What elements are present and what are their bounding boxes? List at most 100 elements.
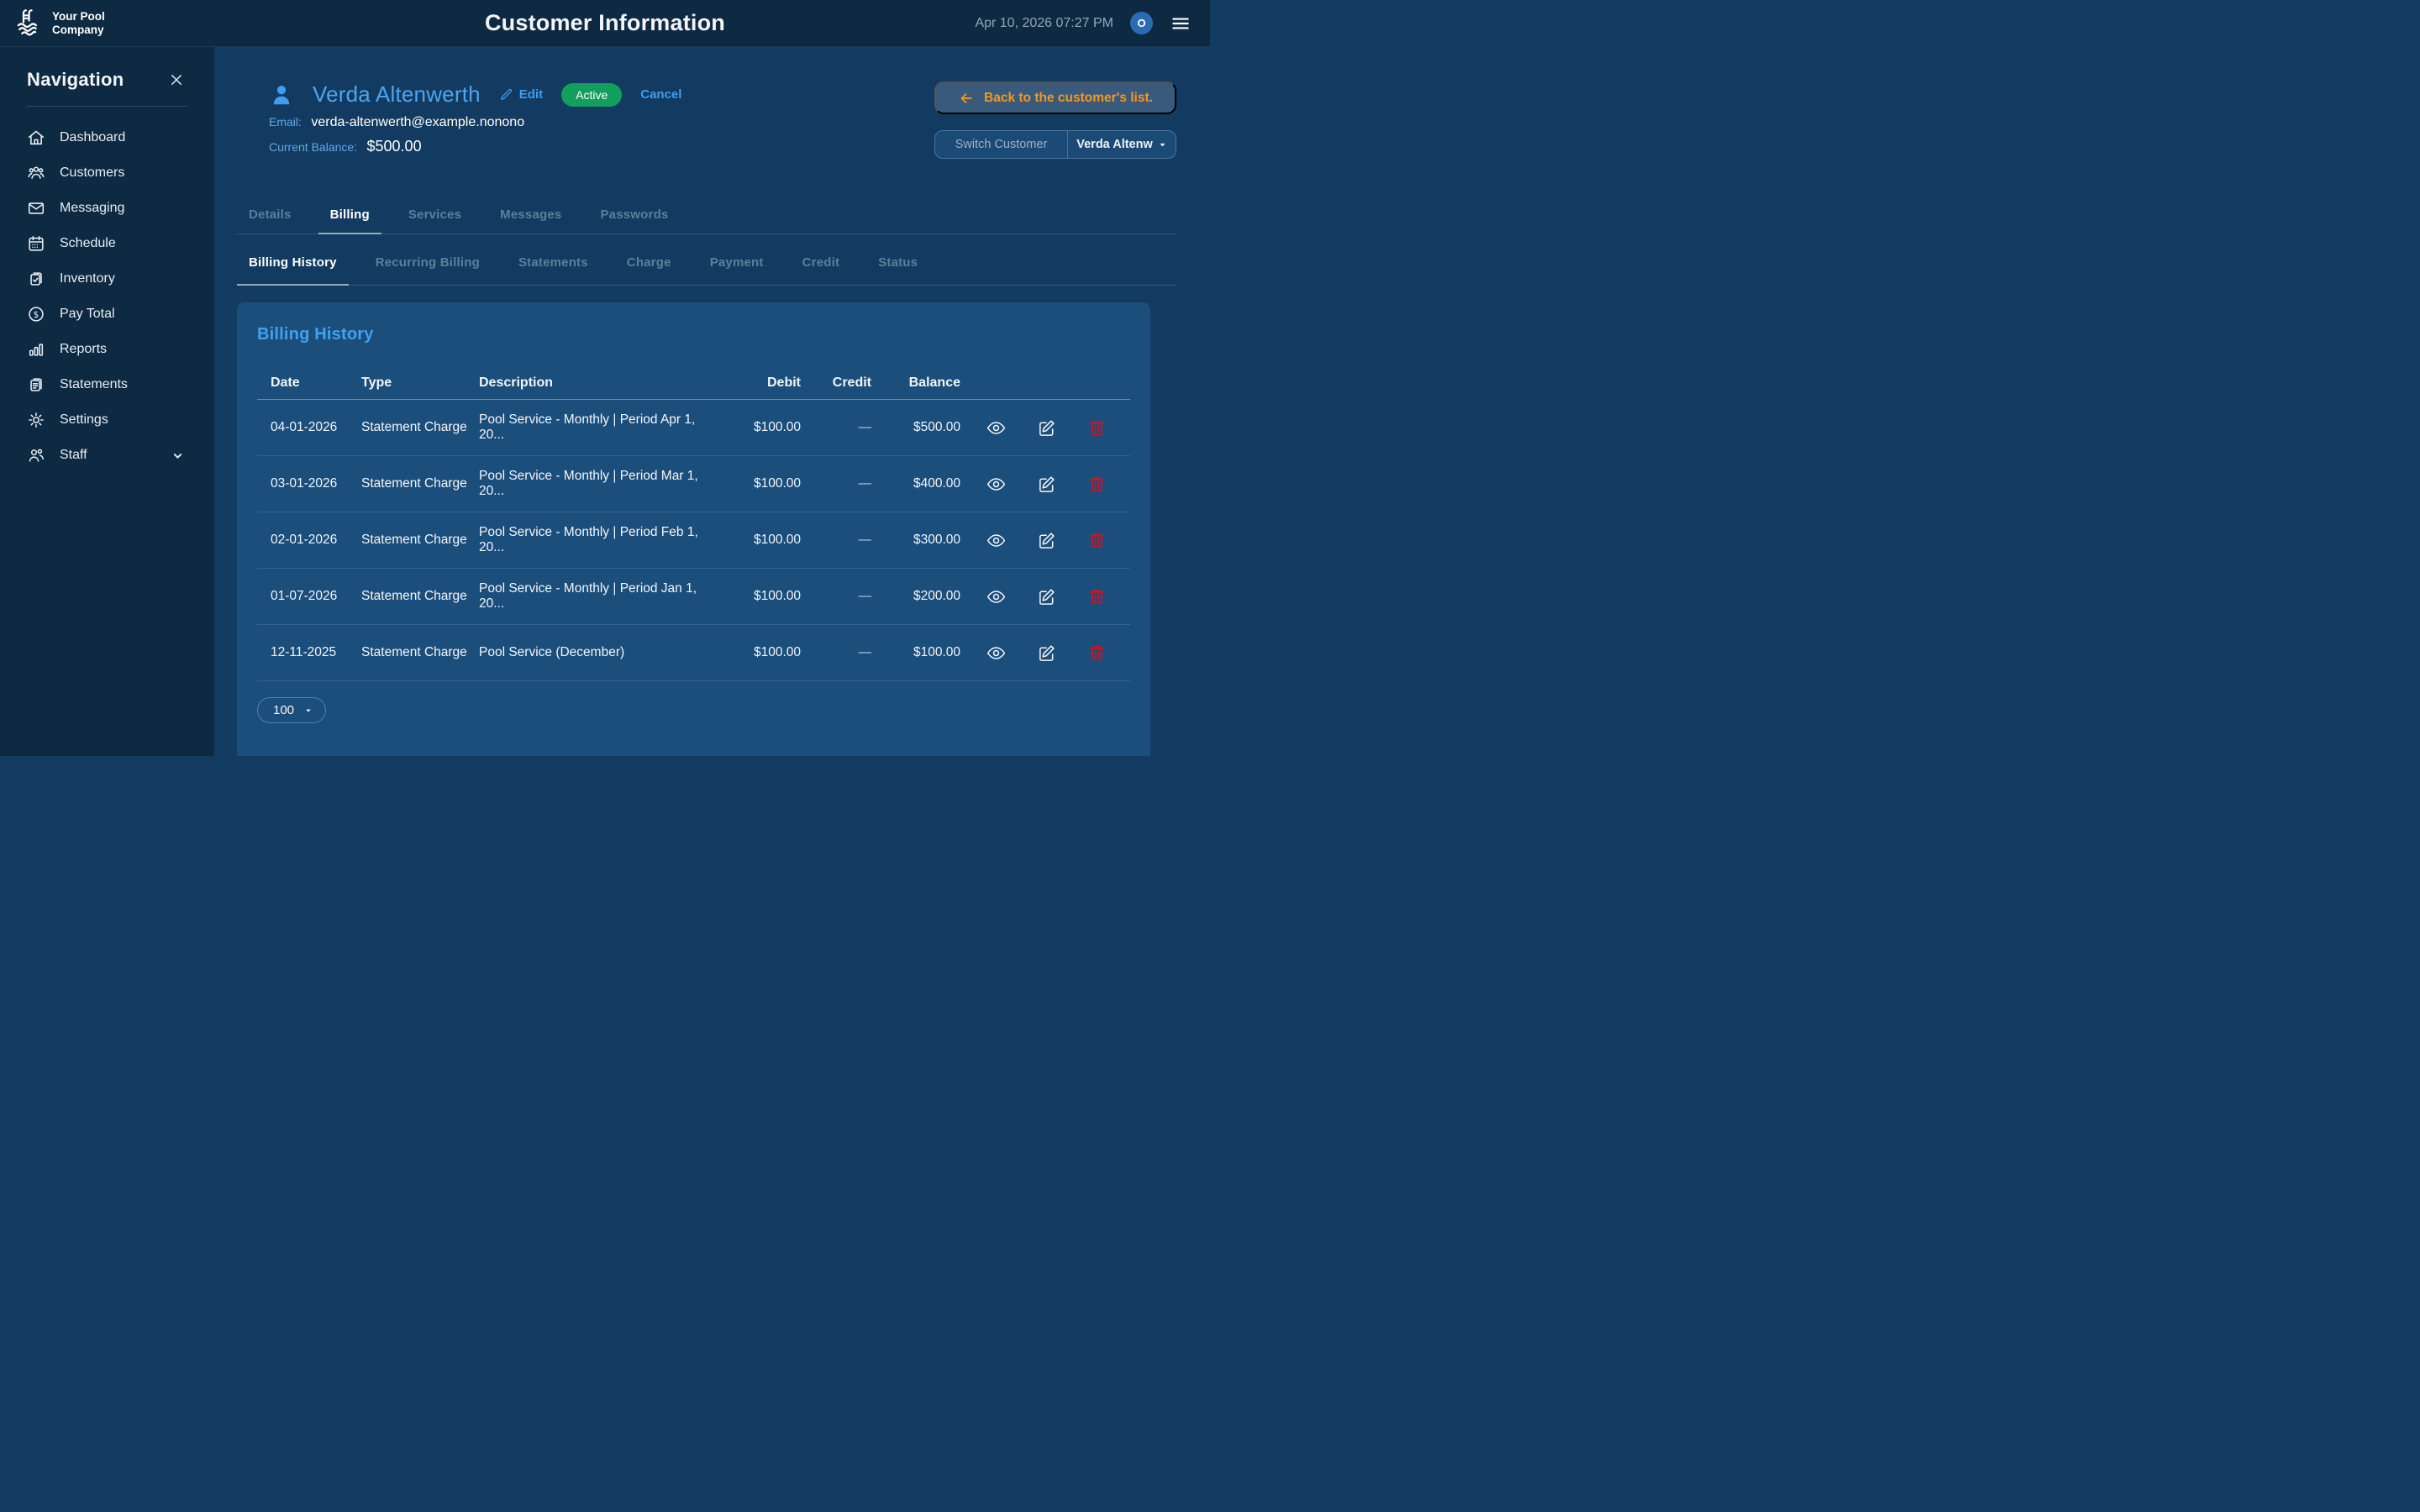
top-bar: Your Pool Company Customer Information A…: [0, 0, 1210, 47]
pencil-square-icon: [1037, 587, 1056, 606]
sidebar-title: Navigation: [27, 69, 124, 91]
dollar-circle-icon: $: [27, 305, 45, 323]
switch-customer-value[interactable]: Verda Altenw: [1068, 131, 1176, 158]
sidebar-item-staff[interactable]: Staff: [0, 438, 214, 473]
tab-details[interactable]: Details: [237, 207, 303, 234]
app-window: Your Pool Company Customer Information A…: [0, 0, 1210, 756]
close-icon[interactable]: [169, 72, 184, 87]
balance-value: $500.00: [367, 138, 422, 155]
bar-chart-icon: [27, 340, 45, 359]
eye-icon: [986, 418, 1006, 438]
user-avatar[interactable]: O: [1130, 12, 1153, 34]
back-to-customers-button[interactable]: Back to the customer's list.: [934, 81, 1176, 114]
sidebar-item-pay-total[interactable]: $ Pay Total: [0, 297, 214, 332]
pencil-square-icon: [1037, 531, 1056, 550]
staff-icon: [27, 446, 45, 465]
col-debit: Debit: [729, 375, 806, 391]
customer-balance-row: Current Balance: $500.00: [269, 138, 681, 155]
view-row-button[interactable]: [986, 418, 1006, 438]
current-datetime: Apr 10, 2026 07:27 PM: [975, 16, 1113, 31]
clipboard-list-icon: [27, 375, 45, 394]
sidebar-item-reports[interactable]: Reports: [0, 332, 214, 367]
view-row-button[interactable]: [986, 475, 1006, 494]
customers-icon: [27, 164, 45, 182]
subtab-billing-history[interactable]: Billing History: [237, 255, 349, 286]
billing-history-table: Date Type Description Debit Credit Balan…: [257, 366, 1130, 681]
tab-services[interactable]: Services: [397, 207, 473, 234]
eye-icon: [986, 587, 1006, 606]
company-logo[interactable]: Your Pool Company: [0, 6, 214, 41]
edit-row-button[interactable]: [1037, 587, 1056, 606]
page-size-dropdown[interactable]: 100: [257, 697, 326, 723]
trash-icon: [1087, 531, 1107, 550]
edit-row-button[interactable]: [1037, 531, 1056, 550]
subtab-payment[interactable]: Payment: [698, 255, 776, 285]
pencil-square-icon: [1037, 475, 1056, 494]
table-row: 01-07-2026 Statement Charge Pool Service…: [257, 569, 1130, 625]
top-bar-right: Apr 10, 2026 07:27 PM O: [975, 12, 1210, 34]
table-row: 03-01-2026 Statement Charge Pool Service…: [257, 456, 1130, 512]
subtab-recurring-billing[interactable]: Recurring Billing: [364, 255, 492, 285]
view-row-button[interactable]: [986, 643, 1006, 663]
delete-row-button[interactable]: [1087, 475, 1107, 494]
sidebar-item-settings[interactable]: Settings: [0, 402, 214, 438]
view-row-button[interactable]: [986, 587, 1006, 606]
pencil-square-icon: [1037, 643, 1056, 663]
tab-billing[interactable]: Billing: [318, 207, 381, 234]
delete-row-button[interactable]: [1087, 418, 1107, 438]
billing-subtabs: Billing History Recurring Billing Statem…: [237, 234, 1176, 286]
customer-email-row: Email: verda-altenwerth@example.nonono: [269, 115, 681, 130]
view-row-button[interactable]: [986, 531, 1006, 550]
sidebar-item-customers[interactable]: Customers: [0, 155, 214, 191]
sidebar-item-messaging[interactable]: Messaging: [0, 191, 214, 226]
col-date: Date: [257, 375, 356, 391]
status-badge: Active: [561, 83, 622, 107]
col-type: Type: [356, 375, 474, 391]
sidebar-divider: [27, 106, 187, 107]
calendar-icon: [27, 234, 45, 253]
pencil-square-icon: [1037, 418, 1056, 438]
sidebar-item-inventory[interactable]: Inventory: [0, 261, 214, 297]
subtab-charge[interactable]: Charge: [615, 255, 683, 285]
trash-icon: [1087, 475, 1107, 494]
delete-row-button[interactable]: [1087, 587, 1107, 606]
main-content: Verda Altenwerth Edit Active Cancel Emai…: [214, 47, 1210, 756]
sidebar-item-dashboard[interactable]: Dashboard: [0, 120, 214, 155]
table-row: 04-01-2026 Statement Charge Pool Service…: [257, 400, 1130, 456]
delete-row-button[interactable]: [1087, 531, 1107, 550]
svg-text:$: $: [34, 310, 39, 320]
hamburger-menu-icon[interactable]: [1170, 13, 1192, 34]
edit-row-button[interactable]: [1037, 418, 1056, 438]
balance-label: Current Balance:: [269, 140, 357, 154]
caret-down-icon: [1158, 140, 1167, 150]
trash-icon: [1087, 643, 1107, 663]
cancel-link[interactable]: Cancel: [640, 87, 681, 102]
clipboard-check-icon: [27, 270, 45, 288]
sidebar-item-schedule[interactable]: Schedule: [0, 226, 214, 261]
table-header-row: Date Type Description Debit Credit Balan…: [257, 366, 1130, 400]
arrow-left-icon: [958, 90, 975, 107]
subtab-credit[interactable]: Credit: [791, 255, 852, 285]
envelope-icon: [27, 199, 45, 218]
customer-header: Verda Altenwerth Edit Active Cancel Emai…: [237, 81, 1176, 159]
trash-icon: [1087, 418, 1107, 438]
tab-passwords[interactable]: Passwords: [588, 207, 680, 234]
delete-row-button[interactable]: [1087, 643, 1107, 663]
edit-row-button[interactable]: [1037, 643, 1056, 663]
card-title: Billing History: [257, 325, 1130, 344]
sidebar: Navigation Dashboard Customers Messaging: [0, 47, 214, 756]
sidebar-item-statements[interactable]: Statements: [0, 367, 214, 402]
switch-customer-label[interactable]: Switch Customer: [935, 131, 1068, 158]
edit-customer-link[interactable]: Edit: [499, 87, 543, 102]
customer-tabs: Details Billing Services Messages Passwo…: [237, 207, 1176, 234]
tab-messages[interactable]: Messages: [488, 207, 573, 234]
eye-icon: [986, 531, 1006, 550]
edit-row-button[interactable]: [1037, 475, 1056, 494]
eye-icon: [986, 475, 1006, 494]
caret-down-icon: [304, 706, 313, 715]
subtab-status[interactable]: Status: [866, 255, 929, 285]
switch-customer-button[interactable]: Switch Customer Verda Altenw: [934, 130, 1176, 159]
col-balance: Balance: [876, 375, 965, 391]
email-label: Email:: [269, 115, 302, 129]
subtab-statements[interactable]: Statements: [507, 255, 600, 285]
